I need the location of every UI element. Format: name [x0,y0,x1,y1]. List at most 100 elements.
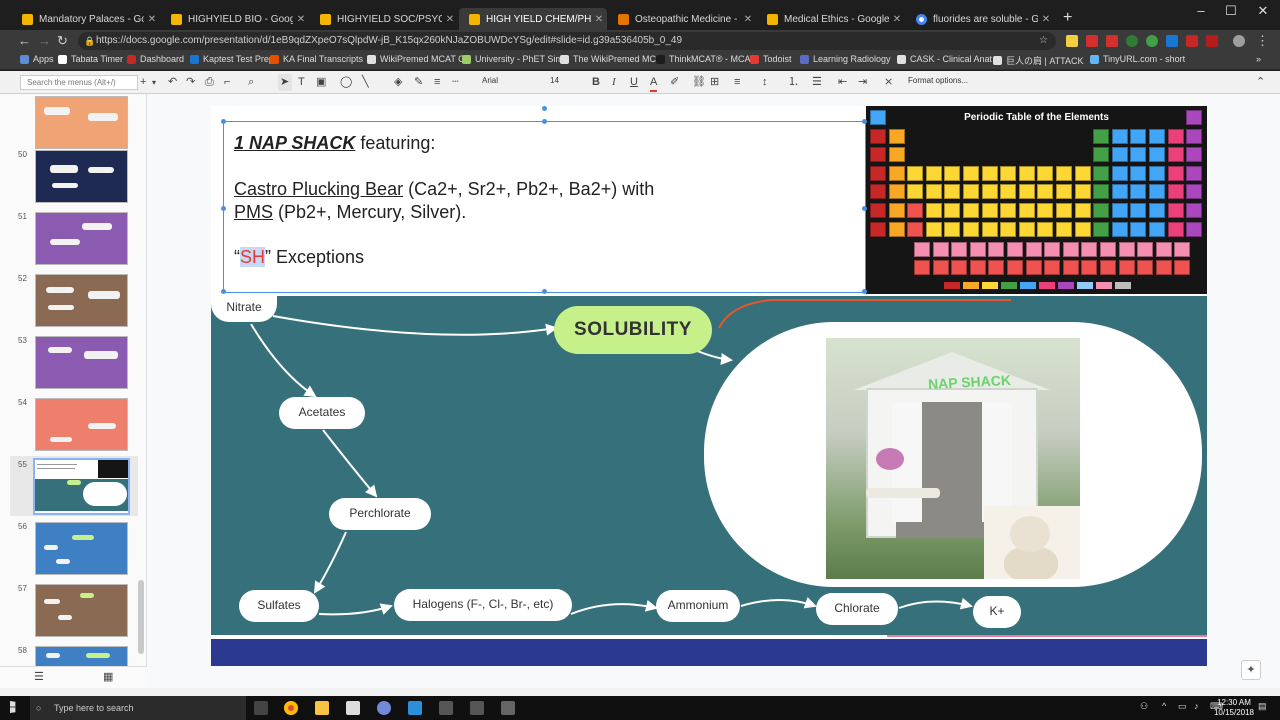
slide-thumbnail[interactable] [35,584,128,637]
filmstrip-view-icon[interactable]: ☰ [34,670,44,685]
print-icon[interactable]: ⎙ [205,75,214,90]
url-field[interactable]: 🔒 https://docs.google.com/presentation/d… [78,32,1056,50]
font-select[interactable]: Arial [482,76,498,85]
close-tab-icon[interactable]: ✕ [293,14,309,25]
slide-thumbnail[interactable] [35,96,128,149]
app-icon[interactable] [408,701,422,715]
bookmark[interactable]: Learning Radiology [800,54,891,64]
dropdown-arrow-icon[interactable]: ▾ [152,75,156,90]
chlorate-node[interactable]: Chlorate [816,593,898,625]
image-icon[interactable]: ▣ [316,75,326,90]
clear-formatting-icon[interactable]: ⨯ [884,75,893,90]
browser-tab[interactable]: HIGHYIELD BIO - Google Slides✕ [161,8,309,30]
resize-handle[interactable] [542,289,547,294]
zoom-icon[interactable]: ⌕ [248,75,254,90]
bookmark[interactable]: CASK - Clinical Anat [897,54,992,64]
notifications-icon[interactable]: ▤ [1258,701,1267,712]
extension-icon[interactable] [1066,35,1078,47]
highlight-icon[interactable]: ✐ [670,75,679,90]
explore-icon[interactable]: ✦ [1241,660,1261,680]
bookmark-star-icon[interactable]: ☆ [1039,32,1048,50]
close-tab-icon[interactable]: ✕ [442,14,458,25]
grid-view-icon[interactable]: ▦ [103,670,113,685]
shape-icon[interactable]: ◯ [340,75,352,90]
perchlorate-node[interactable]: Perchlorate [329,498,431,530]
extension-icon[interactable] [1186,35,1198,47]
discord-icon[interactable] [377,701,391,715]
border-color-icon[interactable]: ✎ [414,75,423,90]
bookmark[interactable]: ThinkMCAT® - MCAT [656,54,755,64]
extension-icon[interactable] [1146,35,1158,47]
close-tab-icon[interactable]: ✕ [591,14,607,25]
maximize-icon[interactable]: ☐ [1216,3,1246,19]
close-tab-icon[interactable]: ✕ [740,14,756,25]
extension-icon[interactable] [1086,35,1098,47]
taskbar-search-input[interactable]: ○ Type here to search [30,696,246,720]
line-spacing-icon[interactable]: ↕ [762,75,768,90]
browser-tab[interactable]: Osteopathic Medicine - Google✕ [608,8,756,30]
slide-thumbnail[interactable] [35,150,128,203]
bookmark[interactable]: KA Final Transcripts [270,54,363,64]
resize-handle[interactable] [542,119,547,124]
browser-tab-active[interactable]: HIGH YIELD CHEM/PHYS MCAT✕ [459,8,607,30]
reload-icon[interactable]: ↻ [57,33,68,49]
close-tab-icon[interactable]: ✕ [144,14,160,25]
extension-icon[interactable] [1166,35,1178,47]
chrome-menu-icon[interactable]: ⋮ [1256,33,1269,49]
nitrate-node[interactable]: Nitrate [211,292,277,322]
k-plus-node[interactable]: K+ [973,596,1021,628]
close-tab-icon[interactable]: ✕ [1038,14,1054,25]
selected-text[interactable]: SH [240,247,266,267]
filmstrip-scrollbar[interactable] [138,580,144,654]
border-weight-icon[interactable]: ≡ [434,75,440,90]
border-dash-icon[interactable]: ┄ [452,75,459,90]
decrease-indent-icon[interactable]: ⇤ [838,75,847,90]
bookmark[interactable]: Tabata Timer [58,54,123,64]
comment-icon[interactable]: ⊞ [710,75,719,90]
close-window-icon[interactable]: ✕ [1248,3,1278,19]
resize-handle[interactable] [221,289,226,294]
browser-tab[interactable]: fluorides are soluble - Google Se✕ [906,8,1054,30]
slide-thumbnail[interactable] [35,522,128,575]
back-icon[interactable]: ← [18,33,31,48]
people-icon[interactable]: ⚇ [1140,701,1148,712]
collapse-toolbar-icon[interactable]: ⌃ [1256,75,1265,90]
extension-icon[interactable] [1106,35,1118,47]
text-color-icon[interactable]: A [650,75,658,92]
slide-thumbnail-selected[interactable] [33,458,130,515]
link-icon[interactable]: ⛓ [692,75,706,90]
resize-handle[interactable] [862,289,867,294]
windows-start-icon[interactable] [10,701,16,713]
resize-handle[interactable] [862,119,867,124]
app-icon[interactable] [470,701,484,715]
halogens-node[interactable]: Halogens (F-, Cl-, Br-, etc) [394,589,572,621]
file-explorer-icon[interactable] [315,701,329,715]
tray-chevron-icon[interactable]: ^ [1162,701,1166,711]
profile-avatar[interactable] [1233,35,1245,47]
task-view-icon[interactable] [254,701,268,715]
font-size-select[interactable]: 14 [550,76,559,85]
resize-handle[interactable] [862,206,867,211]
bookmark[interactable]: University - PhET Sim [462,54,563,64]
minimize-icon[interactable]: – [1186,3,1216,18]
textbox-icon[interactable]: T [298,75,305,90]
format-options-button[interactable]: Format options... [908,76,968,85]
new-tab-icon[interactable]: + [1063,9,1072,27]
network-icon[interactable]: ▭ [1178,701,1187,712]
line-icon[interactable]: ╲ [362,75,369,90]
more-bookmarks-icon[interactable]: » [1256,54,1261,64]
system-clock[interactable]: 12:30 AM 10/15/2018 [1214,698,1254,718]
increase-indent-icon[interactable]: ⇥ [858,75,867,90]
bookmark[interactable]: Dashboard [127,54,184,64]
slide-thumbnail[interactable] [35,398,128,451]
periodic-table-image[interactable]: Periodic Table of the Elements [866,106,1207,294]
fill-color-icon[interactable]: ◈ [394,75,402,90]
slide-thumbnail[interactable] [35,274,128,327]
undo-icon[interactable]: ↶ [168,75,177,90]
bookmark[interactable]: Todoist [750,54,792,64]
bookmark[interactable]: 巨人の肩 | ATTACK [993,54,1084,67]
browser-tab[interactable]: HIGHYIELD SOC/PSYCH - Google✕ [310,8,458,30]
slide-thumbnail[interactable] [35,212,128,265]
resize-handle[interactable] [221,206,226,211]
mnemonic-textbox[interactable]: 1 NAP SHACK featuring: Castro Plucking B… [221,106,867,294]
